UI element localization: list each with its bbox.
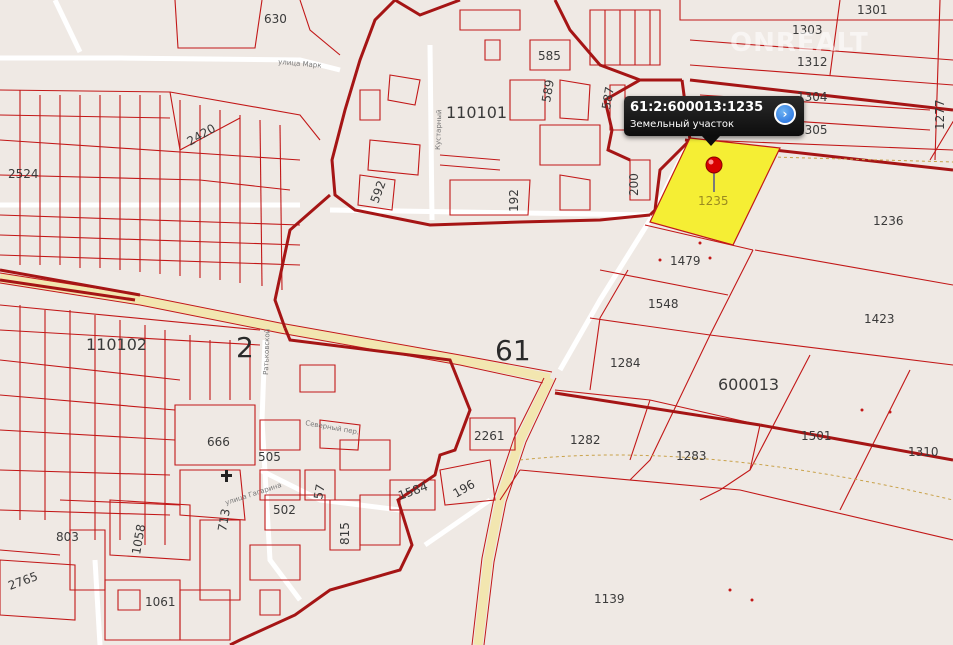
parcel-label: 1284 [610,356,641,370]
street-label: Кустарный [434,109,443,150]
parcel-label: 1548 [648,297,679,311]
parcel-label: 630 [264,12,287,26]
parcel-label: 1301 [857,3,888,17]
parcel-popup[interactable]: 61:2:600013:1235 Земельный участок › [624,96,804,146]
popup-cadastral-number: 61:2:600013:1235 [630,100,764,115]
street-label: Ратьковской [262,329,272,376]
parcel-label: 2261 [474,429,505,443]
map-canvas[interactable]: 61 2 110101 110102 600013 1235 630 1301 … [0,0,953,645]
parcel-label: 815 [338,522,352,545]
chevron-right-circle-icon[interactable]: › [774,103,796,125]
parcel-label: 505 [258,450,281,464]
parcel-label: 192 [507,189,521,212]
parcel-label: 1277 [933,99,947,130]
parcel-label: 1236 [873,214,904,228]
parcel-label: 200 [627,173,641,196]
parcel-label: 1282 [570,433,601,447]
parcel-label: 1061 [145,595,176,609]
parcel-label: 1139 [594,592,625,606]
quarter-label-110102: 110102 [86,335,147,354]
parcel-label: 2524 [8,167,39,181]
parcel-label: 57 [311,483,327,500]
popup-parcel-type: Земельный участок [630,119,735,130]
zone-label: 2 [236,331,254,364]
district-label: 61 [495,334,531,367]
parcel-label: 585 [538,49,561,63]
parcel-label: 1283 [676,449,707,463]
parcel-label: 1423 [864,312,895,326]
parcel-label: 1479 [670,254,701,268]
parcel-label: 1501 [801,429,832,443]
cadastral-map[interactable]: 61 2 110101 110102 600013 1235 630 1301 … [0,0,953,645]
parcel-label: 803 [56,530,79,544]
quarter-label-110101: 110101 [446,103,507,122]
parcel-label: 666 [207,435,230,449]
quarter-label-600013: 600013 [718,375,779,394]
parcel-label: 1310 [908,445,939,459]
watermark: ONREALT [730,28,869,58]
popup-tail [702,136,720,146]
parcel-label: 502 [273,503,296,517]
selected-parcel-label: 1235 [698,194,729,208]
